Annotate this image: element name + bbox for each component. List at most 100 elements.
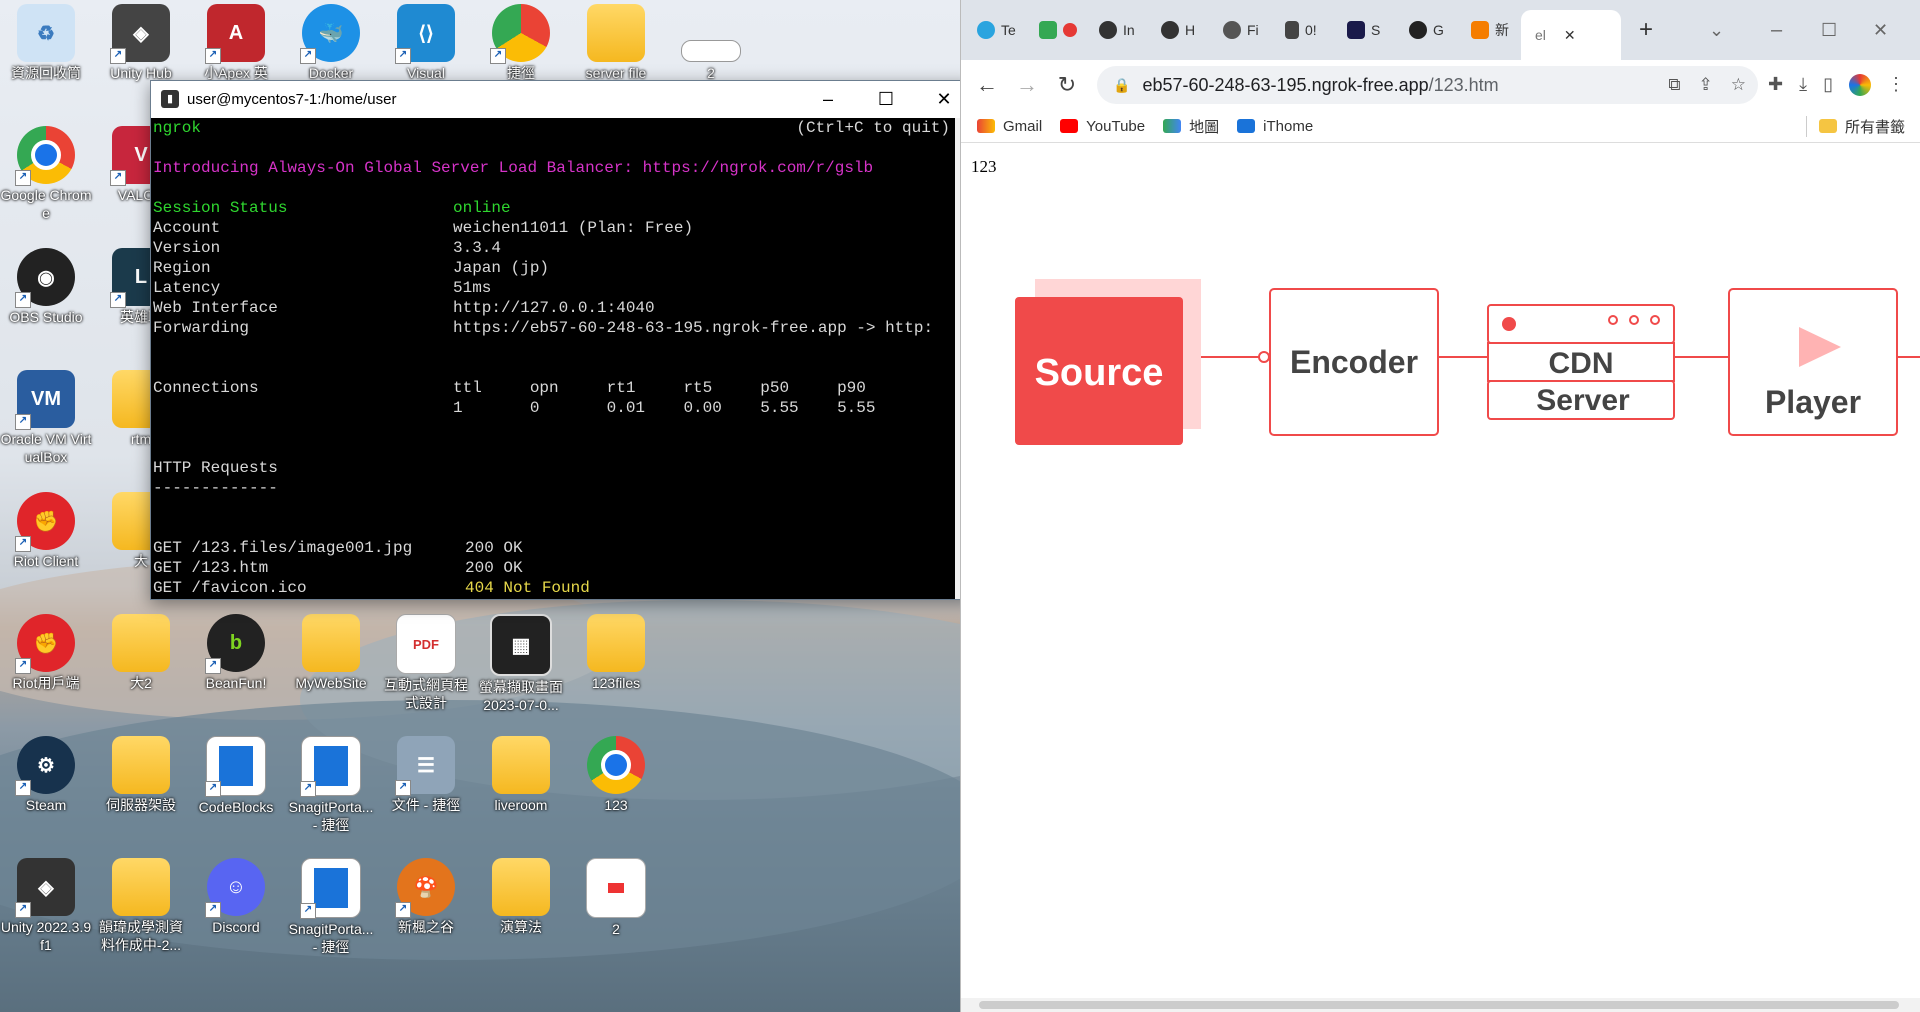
terminal-window[interactable]: ▮ user@mycentos7-1:/home/user – ☐ ✕ ngro…: [150, 80, 960, 600]
desktop-icon-123files[interactable]: 123files: [570, 610, 662, 728]
desktop-icon-da2[interactable]: 大2: [95, 610, 187, 728]
session-value: 3.3.4: [453, 239, 502, 257]
minimize-button[interactable]: –: [799, 89, 857, 110]
tab-active[interactable]: el ✕: [1521, 10, 1621, 60]
desktop-icon-discord[interactable]: ☺ ↗ Discord: [190, 854, 282, 972]
bookmark-gmail[interactable]: Gmail: [977, 118, 1042, 135]
n-icon: [1347, 21, 1365, 39]
vscode-icon: ⟨⟩ ↗: [395, 4, 455, 64]
http-request-row: GET /123.htm 200 OK: [153, 558, 956, 578]
tab-meet[interactable]: [1039, 10, 1083, 50]
tab-telegram[interactable]: Te: [977, 10, 1016, 50]
bookmark-maps[interactable]: 地圖: [1163, 116, 1219, 137]
session-value: http://127.0.0.1:4040: [453, 299, 655, 317]
reload-button[interactable]: ↻: [1047, 72, 1087, 98]
document-icon: [1285, 21, 1299, 39]
player-label: Player: [1765, 384, 1861, 420]
all-bookmarks[interactable]: 所有書籤: [1805, 115, 1905, 137]
browser-toolbar: ← → ↻ 🔒 eb57-60-248-63-195.ngrok-free.ap…: [961, 60, 1920, 110]
folder-icon: [492, 736, 550, 794]
request-path: GET /favicon.ico: [153, 579, 307, 597]
quit-hint: (Ctrl+C to quit): [796, 119, 950, 137]
desktop-icon-2-bottom[interactable]: 2: [570, 854, 662, 972]
tab-notion[interactable]: S: [1347, 10, 1380, 50]
server-label: Server: [1536, 384, 1630, 417]
terminal-title: user@mycentos7-1:/home/user: [187, 90, 397, 108]
desktop-icon-google-chrome[interactable]: ↗ Google Chrome: [0, 122, 92, 240]
forward-button[interactable]: →: [1007, 72, 1047, 98]
bookmark-youtube[interactable]: YouTube: [1060, 118, 1145, 135]
ngrok-app-name: ngrok: [153, 119, 202, 137]
tab-in[interactable]: In: [1099, 10, 1135, 50]
desktop-icon-algorithms[interactable]: 演算法: [475, 854, 567, 972]
menu-icon[interactable]: ⋮: [1887, 74, 1905, 96]
session-value: weichen11011 (Plan: Free): [453, 219, 694, 237]
close-button[interactable]: ✕: [915, 89, 960, 110]
side-panel-icon[interactable]: ▯: [1823, 74, 1833, 96]
extensions-icon[interactable]: ✚: [1768, 74, 1783, 96]
tab-doc[interactable]: 0!: [1285, 10, 1317, 50]
session-key: Forwarding: [153, 319, 250, 337]
terminal-screen[interactable]: ngrok (Ctrl+C to quit) Introducing Always…: [151, 118, 956, 599]
documents-icon: ☰ ↗: [395, 736, 455, 796]
terminal-titlebar[interactable]: ▮ user@mycentos7-1:/home/user – ☐ ✕: [151, 81, 960, 117]
desktop-icon-recycle-bin[interactable]: ♻ 資源回收筒: [0, 0, 92, 118]
desktop-icon-obs[interactable]: ◉ ↗ OBS Studio: [0, 244, 92, 362]
blogger-icon: [1471, 21, 1489, 39]
new-tab-button[interactable]: +: [1639, 10, 1653, 50]
desktop-icon-virtualbox[interactable]: VM ↗ Oracle VM VirtualBox: [0, 366, 92, 484]
zip-folder-icon: [302, 614, 360, 672]
desktop-icon-riot-user[interactable]: ✊ ↗ Riot用戶端: [0, 610, 92, 728]
desktop-icon-unity-2022[interactable]: ◈ ↗ Unity 2022.3.9f1: [0, 854, 92, 972]
session-value: 51ms: [453, 279, 492, 297]
window-close-button[interactable]: ✕: [1873, 10, 1888, 50]
pipeline-diagram: Source Encoder CDN Server Player: [1015, 279, 1920, 445]
desktop-icon-riot-client[interactable]: ✊ ↗ Riot Client: [0, 488, 92, 606]
desktop-icon-beanfun[interactable]: b ↗ BeanFun!: [190, 610, 282, 728]
desktop-icon-study-folder[interactable]: 韻瑋成學測資料作成中-2...: [95, 854, 187, 972]
download-icon[interactable]: ⤓: [1799, 74, 1807, 96]
tab-fi[interactable]: Fi: [1223, 10, 1259, 50]
desktop-icon-maplestory[interactable]: 🍄 ↗ 新楓之谷: [380, 854, 472, 972]
session-key: Latency: [153, 279, 221, 297]
window-minimize-button[interactable]: –: [1771, 10, 1782, 50]
desktop-icon-screenshot[interactable]: ▦ 螢幕擷取畫面 2023-07-0...: [475, 610, 567, 728]
address-bar[interactable]: 🔒 eb57-60-248-63-195.ngrok-free.app/123.…: [1097, 66, 1759, 104]
browser-window: Te In H Fi 0! S G 新 el ✕ + ⌄ – ☐ ✕ ← → ↻ …: [960, 0, 1920, 1012]
riot-icon: ✊ ↗: [15, 614, 75, 674]
steam-icon: ⚙ ↗: [15, 736, 75, 796]
folder-icon: [1818, 119, 1837, 133]
bookmark-ithome[interactable]: iThome: [1237, 118, 1313, 135]
desktop-icon-snagit-2[interactable]: ↗ SnagitPorta... - 捷徑: [285, 854, 377, 972]
globe-icon: [1223, 21, 1241, 39]
desktop-icon-server-setup[interactable]: 伺服器架設: [95, 732, 187, 850]
window-maximize-button[interactable]: ☐: [1821, 10, 1837, 50]
desktop-icon-mywebsite[interactable]: MyWebSite: [285, 610, 377, 728]
desktop-icon-123[interactable]: 123: [570, 732, 662, 850]
maximize-button[interactable]: ☐: [857, 89, 915, 110]
translate-icon[interactable]: ⧉: [1668, 75, 1680, 95]
session-row: Latency 51ms: [153, 278, 956, 298]
close-tab-icon[interactable]: ✕: [1564, 27, 1576, 44]
share-icon[interactable]: ⇪: [1699, 75, 1713, 95]
desktop-icon-liveroom[interactable]: liveroom: [475, 732, 567, 850]
desktop-icon-snagit-1[interactable]: ↗ SnagitPorta... - 捷徑: [285, 732, 377, 850]
desktop-icon-codeblocks[interactable]: ↗ CodeBlocks: [190, 732, 282, 850]
profile-avatar[interactable]: [1849, 74, 1871, 96]
tab-blogger[interactable]: 新: [1471, 10, 1509, 50]
desktop-icon-steam[interactable]: ⚙ ↗ Steam: [0, 732, 92, 850]
bookmark-star-icon[interactable]: ☆: [1731, 75, 1746, 95]
connector-dot: [1258, 351, 1270, 363]
desktop-icon-pdf[interactable]: PDF 互動式網頁程式設計: [380, 610, 472, 728]
session-row: Session Status online: [153, 198, 956, 218]
horizontal-scrollbar[interactable]: [961, 998, 1920, 1012]
connections-label: Connections: [153, 379, 259, 397]
chrome-icon: [587, 736, 645, 794]
desktop-icon-documents[interactable]: ☰ ↗ 文件 - 捷徑: [380, 732, 472, 850]
http-request-row: GET /123.files/image001.jpg 200 OK: [153, 538, 956, 558]
tab-github[interactable]: G: [1409, 10, 1444, 50]
recycle-bin-icon: ♻: [17, 4, 75, 62]
tab-h[interactable]: H: [1161, 10, 1195, 50]
chevron-down-icon[interactable]: ⌄: [1709, 10, 1724, 50]
back-button[interactable]: ←: [967, 72, 1007, 98]
